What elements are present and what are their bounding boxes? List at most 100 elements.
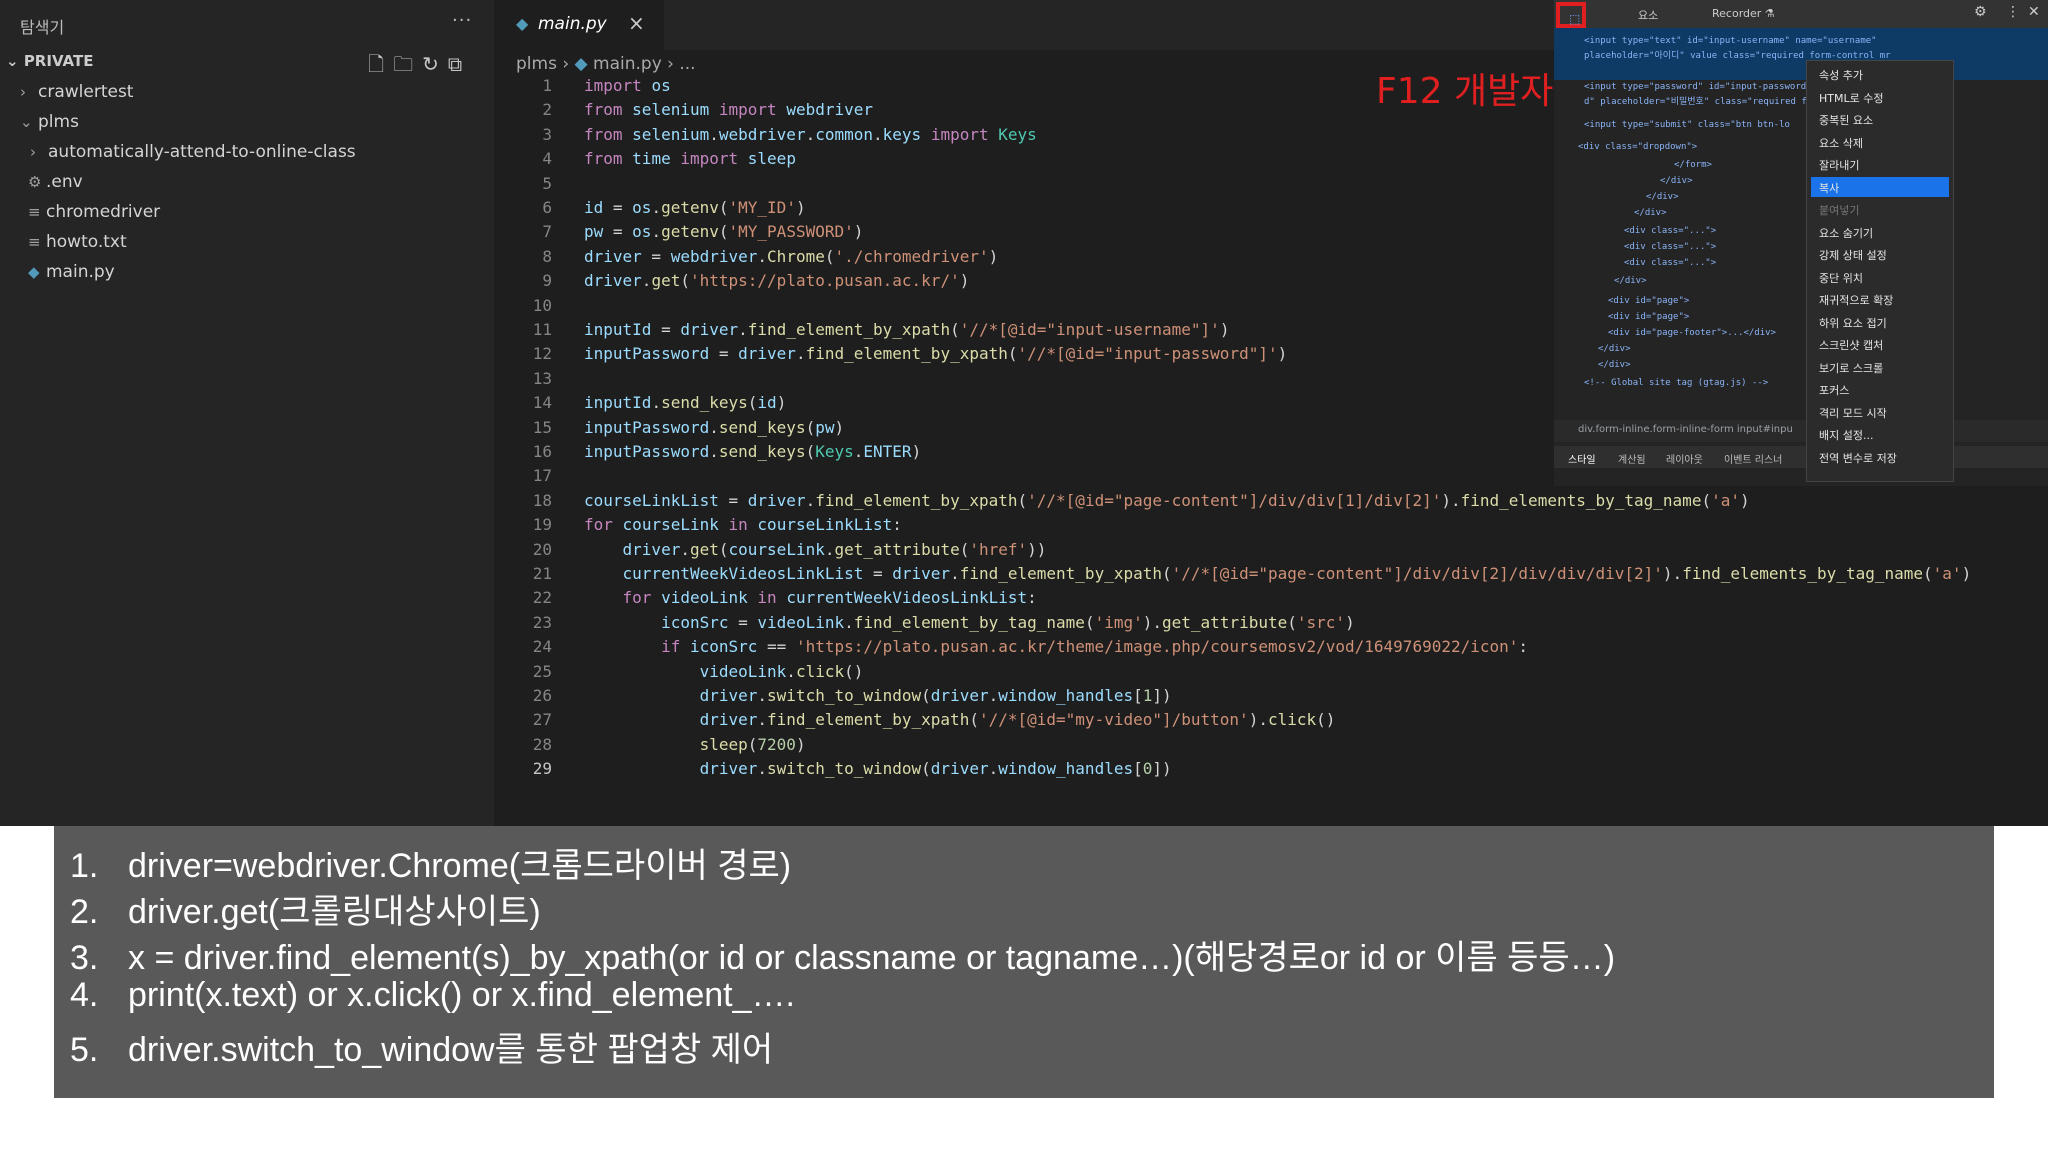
- line-number: 23: [532, 613, 552, 632]
- breadcrumb-rest[interactable]: ...: [679, 54, 695, 74]
- devtools-tab-computed[interactable]: 계산됨: [1618, 451, 1646, 466]
- refresh-icon[interactable]: ↻: [422, 52, 448, 76]
- code-line[interactable]: inputId.send_keys(id): [584, 393, 786, 412]
- dom-node-line[interactable]: <div id="page">: [1608, 296, 1689, 306]
- chevron-down-icon: ⌄: [20, 113, 33, 131]
- tree-item-chromedriver[interactable]: ≡ chromedriver: [28, 202, 160, 222]
- breadcrumb: plms › ◆ main.py › ...: [516, 54, 696, 74]
- summary-box: 1. driver=webdriver.Chrome(크롬드라이버 경로) 2. d…: [54, 826, 1994, 1098]
- settings-icon[interactable]: ⚙: [1974, 4, 1987, 20]
- dom-node-line[interactable]: </div>: [1598, 360, 1631, 370]
- context-menu-item[interactable]: 하위 요소 접기: [1819, 315, 1887, 331]
- dom-node-line[interactable]: <div class="...">: [1624, 242, 1716, 252]
- code-line[interactable]: driver.find_element_by_xpath('//*[@id="m…: [584, 710, 1336, 729]
- context-menu-item[interactable]: 요소 숨기기: [1819, 225, 1873, 241]
- code-line[interactable]: driver.get(courseLink.get_attribute('hre…: [584, 540, 1047, 559]
- context-menu-item[interactable]: 잘라내기: [1819, 157, 1859, 173]
- devtools-tab-elements[interactable]: 요소: [1638, 7, 1658, 23]
- context-menu-item[interactable]: 재귀적으로 확장: [1819, 292, 1893, 308]
- breadcrumb-folder[interactable]: plms: [516, 54, 557, 74]
- code-editor[interactable]: 1 import os 2 from selenium import webdrive…: [494, 76, 1971, 796]
- code-line[interactable]: for videoLink in currentWeekVideosLinkLi…: [584, 588, 1037, 607]
- dom-node-line[interactable]: </div>: [1614, 276, 1647, 286]
- workspace-section-header[interactable]: ⌄ PRIVATE: [6, 52, 93, 70]
- devtools-tab-recorder[interactable]: Recorder ⚗: [1712, 7, 1775, 20]
- code-line[interactable]: iconSrc = videoLink.find_element_by_tag_…: [584, 613, 1355, 632]
- code-line[interactable]: driver.switch_to_window(driver.window_ha…: [584, 686, 1172, 705]
- context-menu-item[interactable]: 배지 설정...: [1819, 427, 1873, 443]
- code-line[interactable]: sleep(7200): [584, 735, 806, 754]
- dom-node-line[interactable]: </div>: [1646, 192, 1679, 202]
- more-actions-icon[interactable]: ···: [452, 10, 472, 31]
- code-line[interactable]: inputPassword.send_keys(pw): [584, 418, 844, 437]
- tree-item-main-py[interactable]: ◆ main.py: [28, 262, 115, 282]
- line-number: 5: [542, 174, 552, 193]
- code-line[interactable]: driver = webdriver.Chrome('./chromedrive…: [584, 247, 998, 266]
- line-number: 13: [532, 369, 552, 388]
- dom-node-line[interactable]: <input type="submit" class="btn btn-lo: [1584, 120, 1790, 130]
- tab-main-py[interactable]: ◆ main.py ×: [494, 0, 664, 50]
- context-menu-item[interactable]: 속성 추가: [1819, 67, 1863, 83]
- tree-item-automatically-attend[interactable]: › automatically-attend-to-online-class: [30, 142, 356, 162]
- devtools-tab-event-listeners[interactable]: 이벤트 리스너: [1724, 451, 1782, 466]
- close-icon[interactable]: ×: [628, 11, 645, 35]
- dom-node-line[interactable]: <div class="dropdown">: [1578, 142, 1697, 152]
- new-folder-icon[interactable]: 🗀: [393, 52, 422, 76]
- dom-node-line[interactable]: <div class="...">: [1624, 258, 1716, 268]
- devtools-tab-layout[interactable]: 레이아웃: [1666, 451, 1703, 466]
- code-line[interactable]: courseLinkList = driver.find_element_by_…: [584, 491, 1750, 510]
- code-line[interactable]: import os: [584, 76, 671, 95]
- dom-node-line[interactable]: </form>: [1674, 160, 1712, 170]
- dom-node-line[interactable]: <div id="page">: [1608, 312, 1689, 322]
- tree-item-label: plms: [38, 112, 79, 132]
- dom-node-line[interactable]: <!-- Global site tag (gtag.js) -->: [1584, 378, 1768, 388]
- breadcrumb-file[interactable]: main.py: [593, 54, 662, 74]
- code-line[interactable]: id = os.getenv('MY_ID'): [584, 198, 806, 217]
- code-line[interactable]: currentWeekVideosLinkList = driver.find_…: [584, 564, 1972, 583]
- context-menu-item[interactable]: 전역 변수로 저장: [1819, 450, 1897, 466]
- devtools-tab-styles[interactable]: 스타일: [1568, 451, 1596, 466]
- dom-node-line[interactable]: </div>: [1660, 176, 1693, 186]
- code-line[interactable]: if iconSrc == 'https://plato.pusan.ac.kr…: [584, 637, 1528, 656]
- code-line[interactable]: pw = os.getenv('MY_PASSWORD'): [584, 222, 863, 241]
- context-menu-item[interactable]: 복사: [1819, 180, 1839, 196]
- more-icon[interactable]: ⋮: [2006, 4, 2020, 20]
- context-menu-item[interactable]: 강제 상태 설정: [1819, 247, 1887, 263]
- tree-item-crawlertest[interactable]: › crawlertest: [20, 82, 133, 102]
- dom-node-line[interactable]: </div>: [1598, 344, 1631, 354]
- context-menu-item[interactable]: 요소 삭제: [1819, 135, 1863, 151]
- code-line[interactable]: for courseLink in courseLinkList:: [584, 515, 902, 534]
- context-menu-item[interactable]: 보기로 스크롤: [1819, 360, 1883, 376]
- new-file-icon[interactable]: 🗋: [368, 52, 393, 76]
- element-picker-button[interactable]: ⬚: [1556, 2, 1586, 28]
- context-menu-item[interactable]: 붙여넣기: [1819, 202, 1859, 218]
- code-line[interactable]: from selenium import webdriver: [584, 100, 873, 119]
- code-line[interactable]: inputId = driver.find_element_by_xpath('…: [584, 320, 1229, 339]
- context-menu-item[interactable]: 격리 모드 시작: [1819, 405, 1887, 421]
- context-menu-item[interactable]: 포커스: [1819, 382, 1849, 398]
- context-menu-item[interactable]: 중단 위치: [1819, 270, 1863, 286]
- code-line[interactable]: inputPassword.send_keys(Keys.ENTER): [584, 442, 921, 461]
- dom-node-line[interactable]: <div id="page-footer">...</div>: [1608, 328, 1776, 338]
- devtools-crumb-text[interactable]: div.form-inline.form-inline-form input#i…: [1578, 424, 1793, 435]
- tree-item-plms[interactable]: ⌄ plms: [20, 112, 79, 132]
- collapse-all-icon[interactable]: ⧉: [448, 52, 471, 76]
- close-icon[interactable]: ✕: [2028, 4, 2040, 20]
- line-number: 3: [542, 125, 552, 144]
- code-line[interactable]: videoLink.click(): [584, 662, 864, 681]
- code-line[interactable]: from selenium.webdriver.common.keys impo…: [584, 125, 1037, 144]
- tree-item-howto[interactable]: ≡ howto.txt: [28, 232, 127, 252]
- dom-node-line[interactable]: <div class="...">: [1624, 226, 1716, 236]
- context-menu-item[interactable]: 스크린샷 캡처: [1819, 337, 1883, 353]
- code-line[interactable]: from time import sleep: [584, 149, 796, 168]
- line-number: 20: [532, 540, 552, 559]
- devtools-toolbar: 요소 Recorder ⚗ ⚙ ⋮ ✕: [1554, 0, 2048, 28]
- code-line[interactable]: inputPassword = driver.find_element_by_x…: [584, 344, 1287, 363]
- code-line[interactable]: driver.switch_to_window(driver.window_ha…: [584, 759, 1172, 778]
- context-menu-item[interactable]: 중복된 요소: [1819, 112, 1873, 128]
- tree-item-env[interactable]: ⚙ .env: [28, 172, 83, 192]
- context-menu-item[interactable]: HTML로 수정: [1819, 90, 1883, 106]
- dom-node-line[interactable]: </div>: [1634, 208, 1667, 218]
- dom-node-line[interactable]: <input type="text" id="input-username" n…: [1584, 36, 1877, 46]
- code-line[interactable]: driver.get('https://plato.pusan.ac.kr/'): [584, 271, 969, 290]
